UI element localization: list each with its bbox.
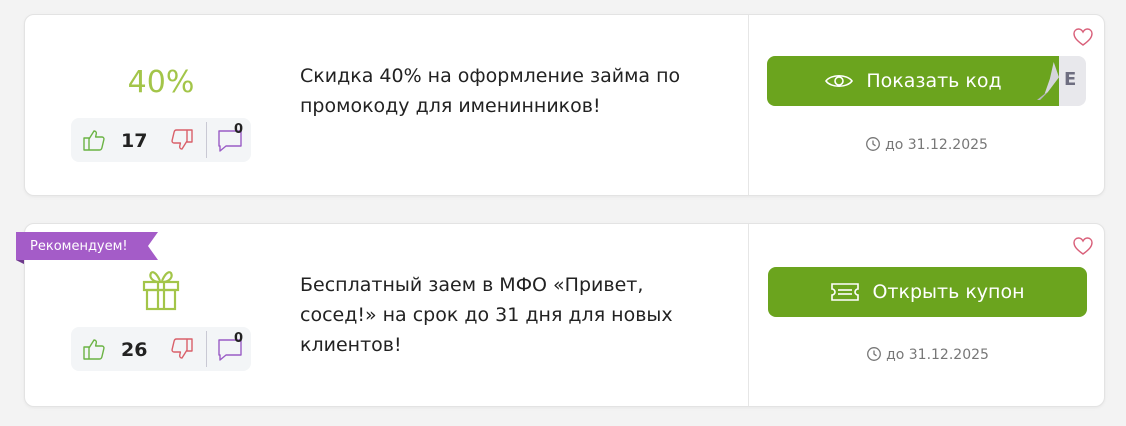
show-code-button[interactable]: Показать код — [767, 56, 1059, 106]
expiry-date: до 31.12.2025 — [768, 346, 1087, 363]
card-divider — [748, 15, 749, 195]
vote-count: 17 — [121, 130, 148, 152]
comment-count: 0 — [234, 122, 244, 137]
ticket-icon — [831, 283, 860, 301]
coupon-description: Скидка 40% на оформление займа по промок… — [300, 65, 681, 117]
coupon-description: Бесплатный заем в МФО «Привет, сосед!» н… — [300, 274, 673, 356]
vote-panel: 26 0 — [71, 327, 251, 371]
coupon-left-column: 40% 17 0 — [71, 15, 251, 195]
thumbs-up-icon[interactable] — [81, 127, 107, 153]
thumbs-up-icon[interactable] — [81, 336, 107, 362]
thumbs-down-icon[interactable] — [169, 127, 195, 153]
open-coupon-button[interactable]: Открыть купон — [768, 267, 1087, 317]
thumbs-down-icon[interactable] — [169, 336, 195, 362]
vote-separator — [206, 122, 207, 158]
clock-icon — [867, 347, 882, 361]
coupon-card: 26 0 Бесплатный заем в МФО «Привет, сосе… — [24, 223, 1105, 407]
discount-badge: 40% — [127, 65, 195, 100]
expiry-text: до 31.12.2025 — [886, 347, 989, 363]
show-code-label: Показать код — [866, 70, 1002, 92]
eye-icon — [825, 74, 854, 88]
gift-icon — [142, 271, 180, 311]
code-peek-letter: E — [1064, 69, 1077, 90]
comment-count: 0 — [234, 331, 244, 346]
vote-panel: 17 0 — [71, 118, 251, 162]
recommended-ribbon: Рекомендуем! — [16, 232, 158, 264]
vote-count: 26 — [121, 339, 148, 361]
heart-icon[interactable] — [1072, 27, 1094, 47]
vote-separator — [206, 331, 207, 367]
card-divider — [748, 224, 749, 406]
open-coupon-label: Открыть купон — [872, 281, 1025, 303]
heart-icon[interactable] — [1072, 236, 1094, 256]
ribbon-label: Рекомендуем! — [30, 239, 128, 254]
